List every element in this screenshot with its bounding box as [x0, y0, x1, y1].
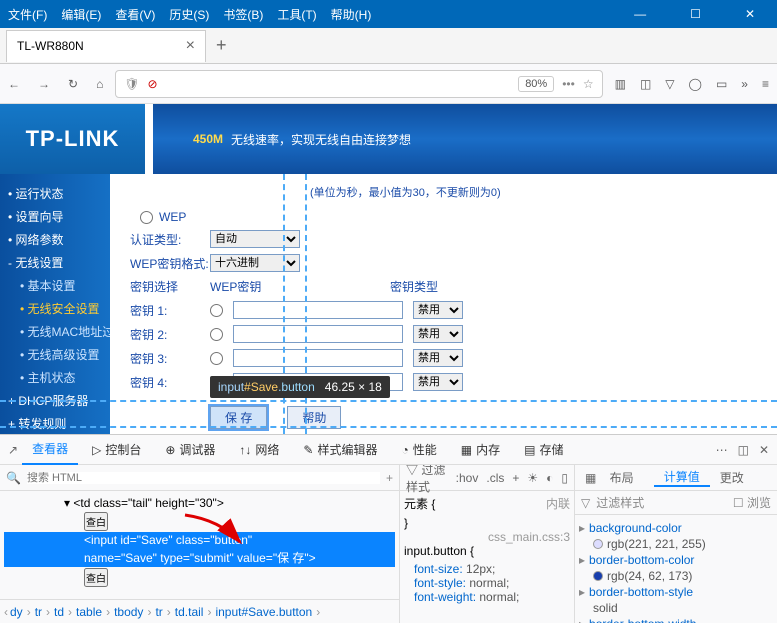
inspect-btn[interactable]: 查白	[84, 568, 108, 587]
tab-close-icon[interactable]: ×	[186, 37, 195, 55]
dt-settings-icon[interactable]: ⋯	[716, 443, 728, 457]
computed-styles[interactable]: ▸background-colorrgb(221, 221, 255)▸bord…	[575, 515, 777, 623]
browser-toolbar: ← → ↻ ⌂ 🛡 ⊘ 80% ••• ☆ ▥ ◫ ▽ ◯ ▭ » ≡	[0, 64, 777, 104]
menu-view[interactable]: 查看(V)	[115, 6, 155, 23]
html-search-input[interactable]	[27, 472, 380, 484]
window-close-icon[interactable]: ✕	[745, 7, 755, 21]
dt-tab-console[interactable]: ▷ 控制台	[82, 435, 151, 464]
tracking-off-icon: ⊘	[148, 77, 158, 91]
back-icon[interactable]: ←	[8, 77, 20, 91]
dt-close-icon[interactable]: ✕	[759, 443, 769, 457]
format-select[interactable]: 十六进制	[210, 254, 300, 272]
filter-icon: ▽	[581, 496, 590, 510]
inspector-picker-icon[interactable]: ↗	[8, 443, 18, 457]
router-sidebar: • 运行状态• 设置向导• 网络参数- 无线设置• 基本设置• 无线安全设置• …	[0, 174, 110, 434]
dt-tab-storage[interactable]: ▤ 存储	[514, 435, 573, 464]
menu-history[interactable]: 历史(S)	[169, 6, 209, 23]
url-bar[interactable]: 🛡 ⊘ 80% ••• ☆	[115, 70, 602, 98]
sidebar-item[interactable]: • 基本设置	[0, 274, 110, 297]
home-icon[interactable]: ⌂	[96, 77, 103, 91]
sidebar-item[interactable]: + 转发规则	[0, 412, 110, 434]
computed-tab[interactable]: 计算值	[654, 468, 710, 487]
overflow-icon[interactable]: »	[741, 77, 748, 91]
tab-title: TL-WR880N	[17, 39, 84, 53]
devtools-tabbar: ↗ 查看器 ▷ 控制台 ⊕ 调试器 ↑↓ 网络 ✎ 样式编辑器 ◔ 性能 ▦ 内…	[0, 435, 777, 465]
addon-icon[interactable]: ▭	[716, 77, 727, 91]
new-tab-icon[interactable]: +	[216, 35, 227, 56]
pocket-icon[interactable]: ▽	[665, 77, 674, 91]
breadcrumb[interactable]: ‹dy›tr›td›table›tbody›tr›td.tail›input#S…	[0, 599, 399, 623]
menu-tools[interactable]: 工具(T)	[277, 6, 316, 23]
dt-tab-memory[interactable]: ▦ 内存	[451, 435, 510, 464]
window-maximize-icon[interactable]: ☐	[690, 7, 701, 21]
more-icon[interactable]: •••	[562, 77, 575, 91]
style-rules[interactable]: 元素 {内联 } css_main.css:3 input.button { f…	[400, 491, 574, 623]
library-icon[interactable]: ▥	[615, 77, 626, 91]
print-icon[interactable]: ▯	[561, 471, 568, 485]
reload-icon[interactable]: ↻	[68, 77, 78, 91]
dt-tab-inspector[interactable]: 查看器	[22, 434, 78, 465]
dark-icon[interactable]: ◐	[546, 471, 553, 485]
wep-radio[interactable]	[140, 211, 153, 224]
light-icon[interactable]: ☀	[527, 471, 538, 485]
key-radio[interactable]	[210, 328, 223, 341]
devtools: ↗ 查看器 ▷ 控制台 ⊕ 调试器 ↑↓ 网络 ✎ 样式编辑器 ◔ 性能 ▦ 内…	[0, 434, 777, 623]
layout-tab[interactable]: ▦ 布局	[575, 469, 654, 486]
menu-help[interactable]: 帮助(H)	[331, 6, 372, 23]
html-tree[interactable]: ▾ <td class="tail" height="30"> 查白 <inpu…	[0, 491, 399, 599]
auth-select[interactable]: 自动	[210, 230, 300, 248]
inspect-tooltip: input#Save.button 46.25 × 18	[210, 376, 390, 398]
key-type-select[interactable]: 禁用	[413, 325, 463, 343]
window-minimize-icon[interactable]: —	[634, 7, 646, 21]
dt-tab-style[interactable]: ✎ 样式编辑器	[293, 435, 387, 464]
dt-tab-perf[interactable]: ◔ 性能	[392, 435, 447, 464]
key-input[interactable]	[233, 301, 403, 319]
tplink-logo: TP-LINK	[0, 104, 145, 174]
banner-slogan: 450M无线速率，实现无线自由连接梦想	[153, 104, 777, 174]
key-input[interactable]	[233, 349, 403, 367]
sidebar-item[interactable]: - 无线设置	[0, 251, 110, 274]
dt-dock-icon[interactable]: ◫	[738, 443, 749, 457]
search-icon: 🔍	[6, 471, 21, 485]
add-icon[interactable]: +	[386, 471, 393, 485]
inspect-btn[interactable]: 查白	[84, 512, 108, 531]
sidebar-item[interactable]: • 无线高级设置	[0, 343, 110, 366]
key-radio[interactable]	[210, 304, 223, 317]
menu-bookmarks[interactable]: 书签(B)	[223, 6, 263, 23]
zoom-indicator[interactable]: 80%	[518, 76, 554, 92]
dt-tab-debugger[interactable]: ⊕ 调试器	[155, 435, 225, 464]
sidebar-item[interactable]: • 运行状态	[0, 182, 110, 205]
dt-tab-network[interactable]: ↑↓ 网络	[229, 435, 289, 464]
account-icon[interactable]: ◯	[689, 77, 702, 91]
menu-edit[interactable]: 编辑(E)	[61, 6, 101, 23]
browser-tab[interactable]: TL-WR880N ×	[6, 30, 206, 62]
sidebar-item[interactable]: • 网络参数	[0, 228, 110, 251]
key-radio[interactable]	[210, 352, 223, 365]
shield-icon[interactable]: 🛡	[124, 77, 139, 91]
firefox-menubar: 文件(F) 编辑(E) 查看(V) 历史(S) 书签(B) 工具(T) 帮助(H…	[0, 0, 777, 28]
sidebar-item[interactable]: • 无线MAC地址过滤	[0, 320, 110, 343]
sidebar-item[interactable]: • 主机状态	[0, 366, 110, 389]
key-type-select[interactable]: 禁用	[413, 373, 463, 391]
key-type-select[interactable]: 禁用	[413, 349, 463, 367]
key-input[interactable]	[233, 325, 403, 343]
key-type-select[interactable]: 禁用	[413, 301, 463, 319]
menu-file[interactable]: 文件(F)	[8, 6, 47, 23]
sidebar-item[interactable]: • 设置向导	[0, 205, 110, 228]
sidebar-icon[interactable]: ◫	[640, 77, 651, 91]
browser-tabbar: TL-WR880N × +	[0, 28, 777, 64]
sidebar-item[interactable]: • 无线安全设置	[0, 297, 110, 320]
changes-tab[interactable]: 更改	[710, 469, 754, 486]
hint-text: (单位为秒，最小值为30，不更新则为0)	[310, 184, 757, 200]
bookmark-star-icon[interactable]: ☆	[583, 77, 594, 91]
app-menu-icon[interactable]: ≡	[762, 77, 769, 91]
forward-icon[interactable]: →	[38, 77, 50, 91]
